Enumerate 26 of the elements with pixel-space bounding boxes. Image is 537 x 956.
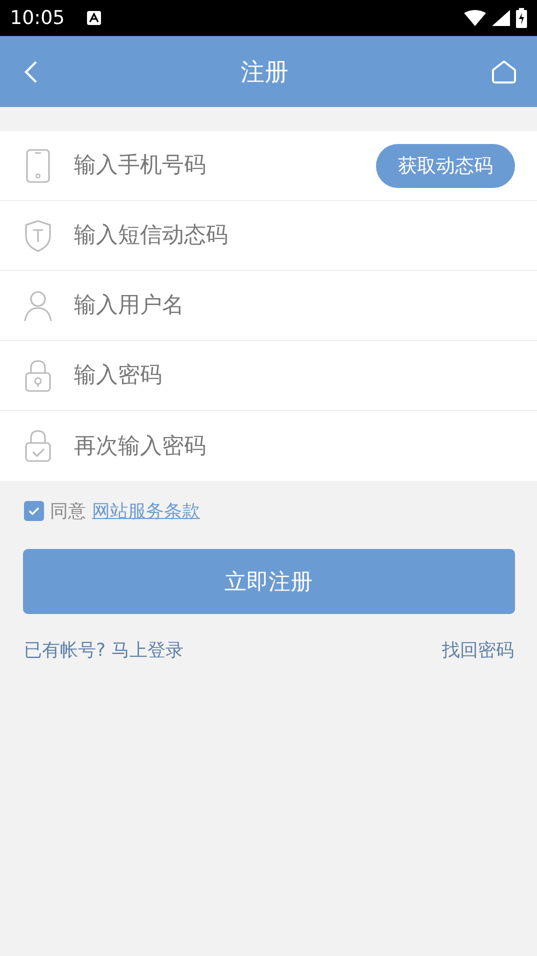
- clock: 10:05: [10, 7, 65, 29]
- register-button[interactable]: 立即注册: [22, 549, 514, 614]
- page-title: 注册: [240, 56, 288, 88]
- agree-label: 同意: [50, 500, 86, 523]
- input-field[interactable]: 再次输入密码: [72, 432, 515, 460]
- signal-icon: [492, 10, 510, 26]
- check-icon: [28, 506, 40, 516]
- lock-icon: [24, 358, 52, 392]
- input-field[interactable]: 输入短信动态码: [72, 222, 515, 249]
- login-link[interactable]: 已有帐号? 马上登录: [24, 638, 184, 662]
- get-code-button[interactable]: 获取动态码: [376, 144, 515, 188]
- wifi-icon: [464, 10, 486, 26]
- agree-checkbox[interactable]: [24, 501, 44, 521]
- home-icon[interactable]: [491, 60, 517, 84]
- input-field[interactable]: 输入密码: [72, 362, 515, 389]
- recover-password-link[interactable]: 找回密码: [442, 638, 514, 662]
- shield-icon: [24, 218, 52, 252]
- phone-icon: [24, 148, 52, 182]
- lock-check-icon: [24, 429, 52, 463]
- user-icon: [24, 288, 52, 322]
- back-icon[interactable]: [24, 60, 38, 84]
- terms-link[interactable]: 网站服务条款: [92, 499, 200, 523]
- notification-icon: [86, 11, 101, 25]
- battery-icon: [516, 8, 527, 28]
- input-field[interactable]: 输入用户名: [72, 292, 515, 319]
- input-field[interactable]: 输入手机号码: [72, 152, 376, 179]
